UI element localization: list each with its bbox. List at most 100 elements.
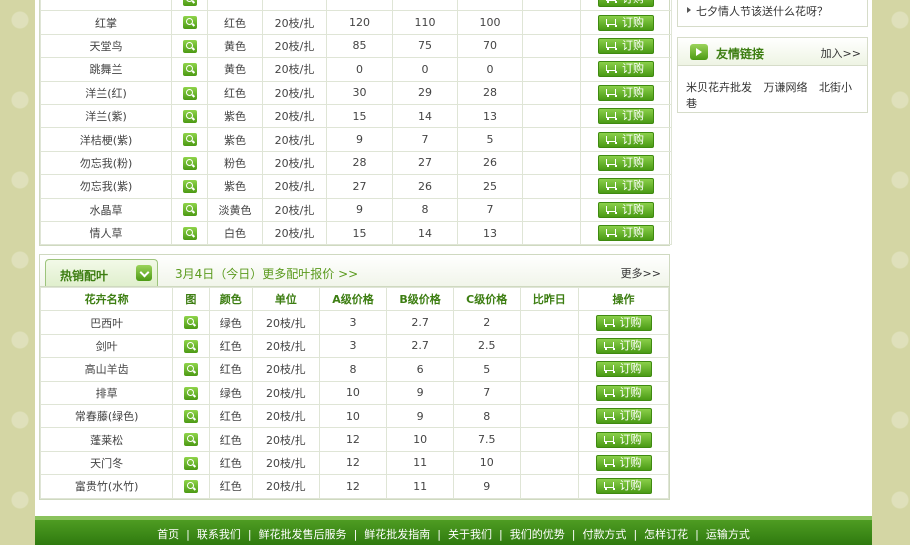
friend-link[interactable]: 米贝花卉批发 bbox=[686, 81, 752, 94]
price-c-cell: 70 bbox=[483, 39, 497, 53]
footer-nav-link[interactable]: 运输方式 bbox=[706, 528, 750, 541]
view-photo-icon[interactable] bbox=[182, 86, 197, 100]
price-a-cell: 12 bbox=[345, 456, 360, 470]
view-photo-icon[interactable] bbox=[182, 133, 197, 147]
price-c-cell: 9 bbox=[483, 479, 491, 493]
flower-name-link[interactable]: 富贵竹(水竹) bbox=[75, 480, 139, 493]
price-a-cell: 10 bbox=[345, 386, 360, 400]
flower-name-link[interactable]: 情人草 bbox=[90, 227, 123, 240]
nav-separator: | bbox=[499, 528, 503, 541]
join-link[interactable]: 加入>> bbox=[821, 45, 861, 61]
order-button[interactable]: 订购 bbox=[598, 201, 654, 218]
footer-nav-link[interactable]: 付款方式 bbox=[582, 528, 626, 541]
more-leaves-quote-link[interactable]: 3月4日（今日）更多配叶报价 >> bbox=[175, 265, 358, 282]
order-button[interactable]: 订购 bbox=[598, 0, 654, 8]
order-button[interactable]: 订购 bbox=[598, 14, 654, 31]
flower-name-link[interactable]: 红掌 bbox=[95, 17, 117, 30]
unit-cell: 20枝/扎 bbox=[265, 456, 306, 470]
footer-nav-link[interactable]: 首页 bbox=[157, 528, 179, 541]
table-row: 跳舞兰 黄色 20枝/扎 0 0 0 订购 bbox=[40, 57, 672, 82]
view-photo-icon[interactable] bbox=[183, 456, 198, 470]
flower-name-link[interactable]: 洋桔梗(紫) bbox=[80, 134, 133, 147]
view-photo-icon[interactable] bbox=[183, 339, 198, 353]
view-photo-icon[interactable] bbox=[183, 480, 198, 494]
view-photo-icon[interactable] bbox=[182, 16, 197, 30]
chevron-down-icon[interactable] bbox=[136, 265, 152, 281]
table-row: 洋兰(红) 红色 20枝/扎 30 29 28 订购 bbox=[40, 80, 672, 105]
flower-name-link[interactable]: 剑叶 bbox=[96, 340, 118, 353]
order-button[interactable]: 订购 bbox=[595, 478, 652, 495]
footer-nav-link[interactable]: 我们的优势 bbox=[510, 528, 565, 541]
order-button[interactable]: 订购 bbox=[598, 154, 654, 171]
price-b-cell: 10 bbox=[413, 433, 428, 447]
flower-name-link[interactable]: 洋兰(紫) bbox=[85, 110, 127, 123]
view-photo-icon[interactable] bbox=[182, 63, 197, 77]
view-photo-icon[interactable] bbox=[182, 109, 197, 123]
view-photo-icon[interactable] bbox=[182, 180, 197, 194]
order-button[interactable]: 订购 bbox=[595, 454, 652, 471]
order-button[interactable]: 订购 bbox=[598, 37, 654, 54]
flower-name-link[interactable]: 高山羊齿 bbox=[85, 363, 129, 376]
footer-nav-link[interactable]: 怎样订花 bbox=[644, 528, 688, 541]
view-photo-icon[interactable] bbox=[182, 0, 197, 6]
column-header: 单位 bbox=[252, 286, 320, 312]
table-header-row: 花卉名称图颜色 单位 A级价格 B级价格 C级价格 比昨日 操作 bbox=[39, 286, 669, 312]
flower-name-link[interactable]: 排草 bbox=[96, 387, 118, 400]
footer-nav-link[interactable]: 联系我们 bbox=[197, 528, 241, 541]
view-photo-icon[interactable] bbox=[183, 386, 198, 400]
footer-nav-link[interactable]: 关于我们 bbox=[448, 528, 492, 541]
friend-link[interactable]: 万谦网络 bbox=[764, 81, 808, 94]
flower-name-link[interactable]: 勿忘我(紫) bbox=[80, 180, 133, 193]
color-cell: 紫色 bbox=[224, 180, 246, 194]
order-button[interactable]: 订购 bbox=[598, 108, 654, 125]
flower-name-link[interactable]: 天门冬 bbox=[90, 457, 123, 470]
tab-hot-leaves[interactable]: 热销配叶 bbox=[45, 259, 158, 286]
friend-links-list: 米贝花卉批发 万谦网络 北街小巷 bbox=[686, 79, 867, 111]
view-photo-icon[interactable] bbox=[182, 39, 197, 53]
price-b-cell: 29 bbox=[418, 86, 432, 100]
flower-name-link[interactable]: 常春藤(绿色) bbox=[75, 410, 139, 423]
order-button[interactable]: 订购 bbox=[595, 361, 652, 378]
order-button[interactable]: 订购 bbox=[598, 225, 654, 242]
flower-name-link[interactable]: 水晶草 bbox=[90, 204, 123, 217]
order-button[interactable]: 订购 bbox=[595, 337, 652, 354]
friend-links-box: 友情链接 加入>> 米贝花卉批发 万谦网络 北街小巷 bbox=[677, 37, 868, 113]
view-photo-icon[interactable] bbox=[182, 226, 197, 240]
order-button[interactable]: 订购 bbox=[598, 178, 654, 195]
unit-cell: 20枝/扎 bbox=[265, 316, 306, 330]
flower-name-link[interactable]: 勿忘我(粉) bbox=[80, 157, 133, 170]
view-photo-icon[interactable] bbox=[183, 316, 198, 330]
order-button[interactable]: 订购 bbox=[595, 384, 652, 401]
view-photo-icon[interactable] bbox=[182, 203, 197, 217]
footer-nav-link[interactable]: 鲜花批发售后服务 bbox=[259, 528, 347, 541]
flower-name-link[interactable]: 洋兰(红) bbox=[85, 87, 127, 100]
view-photo-icon[interactable] bbox=[183, 433, 198, 447]
price-c-cell: 0 bbox=[486, 62, 494, 76]
more-link[interactable]: 更多>> bbox=[621, 265, 661, 281]
price-a-cell: 28 bbox=[352, 156, 367, 170]
view-photo-icon[interactable] bbox=[182, 156, 197, 170]
view-photo-icon[interactable] bbox=[183, 409, 198, 423]
order-button[interactable]: 订购 bbox=[598, 84, 654, 101]
unit-cell: 20枝/扎 bbox=[265, 433, 306, 447]
price-b-cell: 7 bbox=[421, 133, 429, 147]
table-row: 天门冬 红色 20枝/扎 12 11 10 订购 bbox=[39, 450, 669, 476]
order-button[interactable]: 订购 bbox=[598, 61, 654, 78]
price-a-cell: 9 bbox=[356, 133, 363, 147]
flower-name-link[interactable]: 巴西叶 bbox=[90, 317, 123, 330]
order-button[interactable]: 订购 bbox=[595, 408, 652, 425]
unit-cell: 20枝/扎 bbox=[265, 410, 306, 424]
view-photo-icon[interactable] bbox=[183, 363, 198, 377]
nav-separator: | bbox=[695, 528, 699, 541]
color-cell: 绿色 bbox=[219, 316, 242, 330]
footer-nav-link[interactable]: 鲜花批发指南 bbox=[364, 528, 430, 541]
price-a-cell: 3 bbox=[349, 316, 357, 330]
flower-name-link[interactable]: 天堂鸟 bbox=[90, 40, 123, 53]
flower-name-link[interactable]: 跳舞兰 bbox=[90, 63, 123, 76]
order-button[interactable]: 订购 bbox=[595, 314, 652, 331]
order-button[interactable]: 订购 bbox=[595, 431, 652, 448]
column-header: 花卉名称 bbox=[39, 286, 174, 312]
flower-name-link[interactable]: 蓬莱松 bbox=[90, 434, 123, 447]
order-button[interactable]: 订购 bbox=[598, 131, 654, 148]
news-link[interactable]: 七夕情人节该送什么花呀？ bbox=[696, 3, 828, 19]
